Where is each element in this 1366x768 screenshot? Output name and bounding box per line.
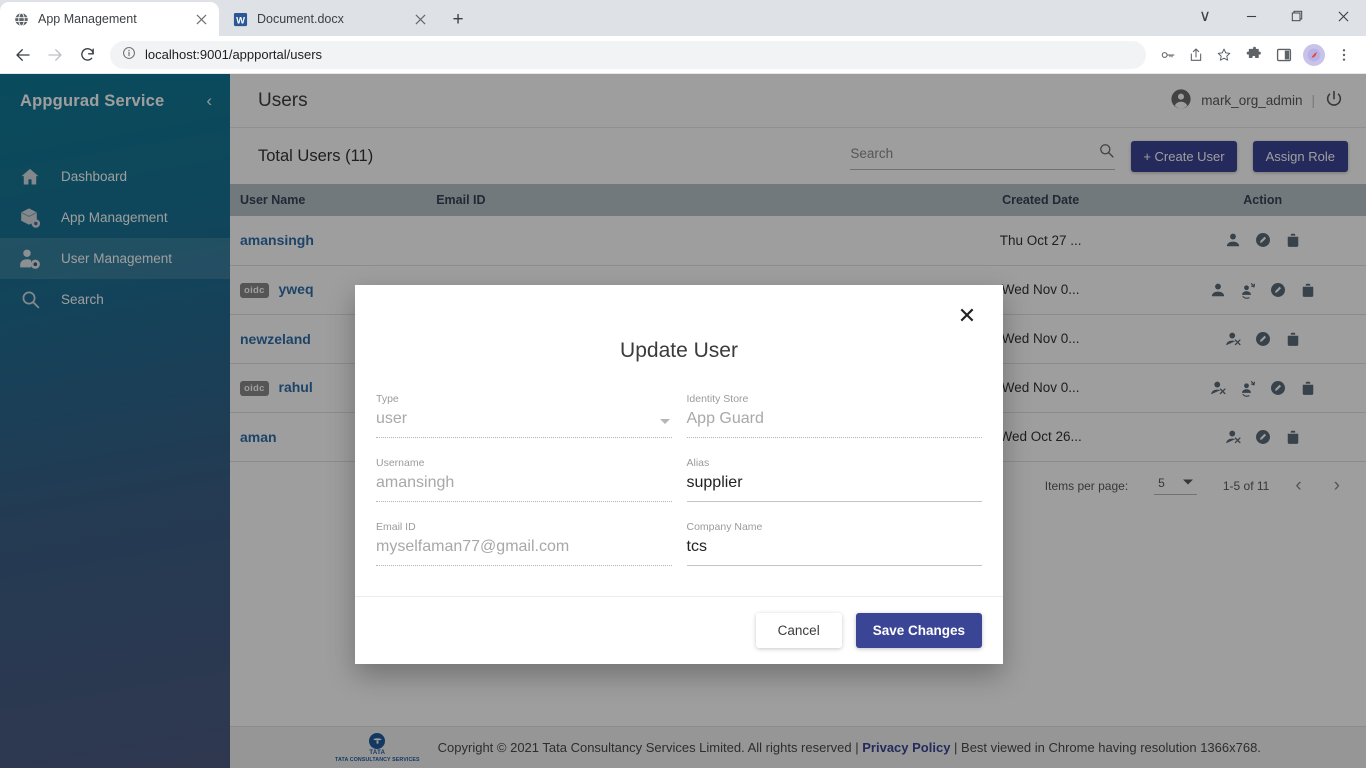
field-value: myselfaman77@gmail.com: [376, 538, 570, 555]
sidepanel-icon[interactable]: [1270, 41, 1298, 69]
field-label: Alias: [686, 457, 710, 469]
back-button[interactable]: [8, 40, 38, 70]
site-info-icon[interactable]: [122, 46, 136, 63]
field-underline: [376, 501, 672, 502]
toolbar-right: [1240, 41, 1358, 69]
profile-avatar[interactable]: [1300, 41, 1328, 69]
cancel-button[interactable]: Cancel: [755, 613, 842, 648]
field-underline: [376, 565, 672, 566]
field-value[interactable]: tcs: [687, 538, 983, 565]
field-label: Email ID: [376, 521, 416, 533]
field-username: Username amansingh: [376, 457, 672, 502]
url-text: localhost:9001/appportal/users: [145, 47, 323, 62]
address-bar[interactable]: localhost:9001/appportal/users: [110, 40, 1146, 69]
close-icon[interactable]: ✕: [953, 302, 981, 330]
browser-tab-title: App Management: [38, 12, 137, 26]
field-underline: [686, 565, 982, 566]
avatar: [1303, 43, 1325, 66]
globe-icon: [13, 11, 29, 27]
maximize-button[interactable]: [1274, 0, 1320, 32]
minimize-button[interactable]: [1228, 0, 1274, 32]
dialog-fields-grid: Type user Identity Store App Guard Usern…: [376, 393, 982, 566]
field-label: Company Name: [686, 521, 763, 533]
field-value: user: [376, 410, 408, 427]
field-alias[interactable]: Alias supplier: [686, 457, 983, 502]
field-email-id: Email ID myselfaman77@gmail.com: [376, 521, 672, 566]
browser-toolbar: localhost:9001/appportal/users: [0, 36, 1366, 74]
key-icon[interactable]: [1154, 41, 1182, 69]
field-value: amansingh: [376, 474, 455, 491]
close-icon[interactable]: [412, 11, 428, 27]
reload-button[interactable]: [72, 40, 102, 70]
update-user-dialog: ✕ Update User Type user Identity Store A…: [355, 285, 1003, 664]
new-tab-button[interactable]: +: [444, 5, 472, 33]
field-underline: [686, 501, 982, 502]
field-type[interactable]: Type user: [376, 393, 672, 438]
word-icon: W: [232, 11, 248, 27]
field-identity-store: Identity Store App Guard: [686, 393, 982, 438]
dialog-title: Update User: [620, 339, 738, 362]
extensions-puzzle-icon[interactable]: [1240, 41, 1268, 69]
page-viewport: Appgurad Service ‹ Dashboard App Managem…: [0, 74, 1366, 768]
field-underline: [376, 437, 672, 438]
omnibox-actions: [1154, 41, 1238, 69]
field-label: Username: [376, 457, 425, 469]
field-value[interactable]: supplier: [687, 474, 983, 501]
tab-search-chevron-icon[interactable]: ∨: [1182, 0, 1228, 32]
field-value: App Guard: [686, 410, 764, 427]
window-controls: ∨: [1182, 0, 1366, 36]
browser-tab-title: Document.docx: [257, 12, 344, 26]
field-label: Type: [376, 393, 399, 405]
browser-tab-0[interactable]: App Management: [0, 2, 219, 36]
browser-tab-strip: App Management W Document.docx + ∨: [0, 0, 1366, 36]
svg-text:W: W: [236, 15, 245, 25]
field-underline: [686, 437, 982, 438]
bookmark-star-icon[interactable]: [1210, 41, 1238, 69]
forward-button[interactable]: [40, 40, 70, 70]
field-company-name[interactable]: Company Name tcs: [686, 521, 983, 566]
close-window-button[interactable]: [1320, 0, 1366, 32]
chrome-menu-icon[interactable]: [1330, 41, 1358, 69]
dialog-body: Type user Identity Store App Guard Usern…: [355, 393, 1003, 596]
close-icon[interactable]: [193, 11, 209, 27]
dialog-footer: Cancel Save Changes: [355, 596, 1003, 664]
dropdown-caret-icon[interactable]: [659, 419, 670, 424]
browser-tab-1[interactable]: W Document.docx: [219, 2, 438, 36]
share-icon[interactable]: [1182, 41, 1210, 69]
field-label: Identity Store: [686, 393, 749, 405]
save-changes-button[interactable]: Save Changes: [855, 613, 982, 648]
